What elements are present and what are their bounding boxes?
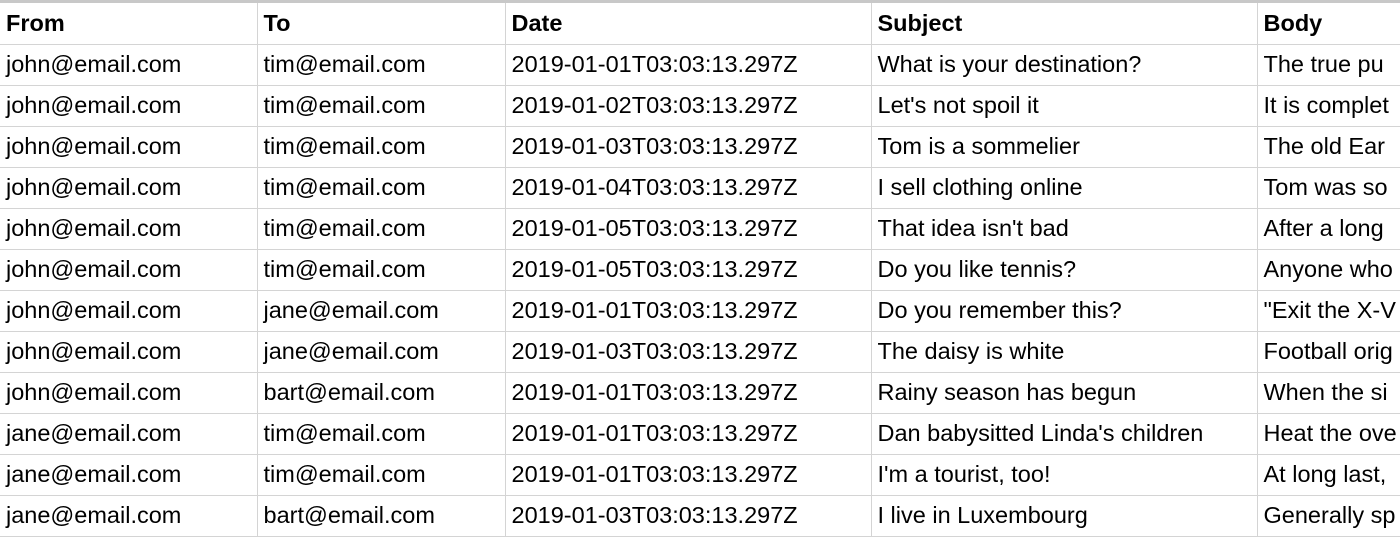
cell-from[interactable]: john@email.com xyxy=(0,85,258,127)
table-row: jane@email.com bart@email.com 2019-01-03… xyxy=(0,495,1400,537)
cell-subject[interactable]: I live in Luxembourg xyxy=(871,495,1258,537)
cell-body[interactable]: When the si xyxy=(1257,372,1400,414)
cell-subject[interactable]: Let's not spoil it xyxy=(871,85,1258,127)
cell-to[interactable]: bart@email.com xyxy=(257,495,506,537)
spreadsheet-view: From To Date Subject Body john@email.com… xyxy=(0,0,1400,550)
cell-from[interactable]: john@email.com xyxy=(0,331,258,373)
cell-to[interactable]: tim@email.com xyxy=(257,413,506,455)
cell-from[interactable]: john@email.com xyxy=(0,208,258,250)
cell-from[interactable]: john@email.com xyxy=(0,290,258,332)
cell-subject[interactable]: Do you like tennis? xyxy=(871,249,1258,291)
cell-to[interactable]: tim@email.com xyxy=(257,85,506,127)
cell-from[interactable]: john@email.com xyxy=(0,44,258,86)
cell-to[interactable]: jane@email.com xyxy=(257,331,506,373)
cell-date[interactable]: 2019-01-05T03:03:13.297Z xyxy=(505,208,872,250)
cell-to[interactable]: tim@email.com xyxy=(257,208,506,250)
table-row: john@email.com tim@email.com 2019-01-05T… xyxy=(0,208,1400,250)
cell-body[interactable]: The true pu xyxy=(1257,44,1400,86)
cell-subject[interactable]: What is your destination? xyxy=(871,44,1258,86)
cell-to[interactable]: bart@email.com xyxy=(257,372,506,414)
cell-body[interactable]: Generally sp xyxy=(1257,495,1400,537)
cell-body[interactable]: Heat the ove xyxy=(1257,413,1400,455)
cell-to[interactable]: tim@email.com xyxy=(257,249,506,291)
cell-from[interactable]: jane@email.com xyxy=(0,413,258,455)
cell-body[interactable]: At long last, xyxy=(1257,454,1400,496)
cell-subject[interactable]: That idea isn't bad xyxy=(871,208,1258,250)
cell-to[interactable]: tim@email.com xyxy=(257,454,506,496)
column-header-from[interactable]: From xyxy=(0,3,258,45)
cell-body[interactable]: "Exit the X-V xyxy=(1257,290,1400,332)
cell-from[interactable]: jane@email.com xyxy=(0,454,258,496)
cell-body[interactable]: After a long xyxy=(1257,208,1400,250)
table-row: john@email.com jane@email.com 2019-01-03… xyxy=(0,331,1400,373)
column-header-date[interactable]: Date xyxy=(505,3,872,45)
cell-body[interactable]: Anyone who xyxy=(1257,249,1400,291)
table-row: john@email.com tim@email.com 2019-01-01T… xyxy=(0,44,1400,86)
cell-date[interactable]: 2019-01-02T03:03:13.297Z xyxy=(505,85,872,127)
cell-to[interactable]: jane@email.com xyxy=(257,290,506,332)
table-row: john@email.com tim@email.com 2019-01-02T… xyxy=(0,85,1400,127)
table-row: john@email.com tim@email.com 2019-01-04T… xyxy=(0,167,1400,209)
cell-date[interactable]: 2019-01-05T03:03:13.297Z xyxy=(505,249,872,291)
cell-to[interactable]: tim@email.com xyxy=(257,126,506,168)
cell-body[interactable]: The old Ear xyxy=(1257,126,1400,168)
cell-subject[interactable]: I sell clothing online xyxy=(871,167,1258,209)
table-row: john@email.com bart@email.com 2019-01-01… xyxy=(0,372,1400,414)
cell-subject[interactable]: I'm a tourist, too! xyxy=(871,454,1258,496)
cell-body[interactable]: Football orig xyxy=(1257,331,1400,373)
cell-from[interactable]: john@email.com xyxy=(0,167,258,209)
cell-body[interactable]: Tom was so xyxy=(1257,167,1400,209)
header-row: From To Date Subject Body xyxy=(0,3,1400,45)
table-row: jane@email.com tim@email.com 2019-01-01T… xyxy=(0,454,1400,496)
cell-date[interactable]: 2019-01-01T03:03:13.297Z xyxy=(505,290,872,332)
cell-subject[interactable]: Tom is a sommelier xyxy=(871,126,1258,168)
table-row: john@email.com tim@email.com 2019-01-05T… xyxy=(0,249,1400,291)
cell-to[interactable]: tim@email.com xyxy=(257,44,506,86)
column-header-body[interactable]: Body xyxy=(1257,3,1400,45)
email-table: From To Date Subject Body john@email.com… xyxy=(0,3,1400,537)
cell-date[interactable]: 2019-01-01T03:03:13.297Z xyxy=(505,454,872,496)
cell-date[interactable]: 2019-01-03T03:03:13.297Z xyxy=(505,126,872,168)
cell-to[interactable]: tim@email.com xyxy=(257,167,506,209)
table-row: john@email.com jane@email.com 2019-01-01… xyxy=(0,290,1400,332)
cell-from[interactable]: john@email.com xyxy=(0,126,258,168)
cell-date[interactable]: 2019-01-01T03:03:13.297Z xyxy=(505,372,872,414)
cell-subject[interactable]: Do you remember this? xyxy=(871,290,1258,332)
cell-date[interactable]: 2019-01-04T03:03:13.297Z xyxy=(505,167,872,209)
column-header-to[interactable]: To xyxy=(257,3,506,45)
cell-subject[interactable]: Rainy season has begun xyxy=(871,372,1258,414)
table-row: jane@email.com tim@email.com 2019-01-01T… xyxy=(0,413,1400,455)
table-row: john@email.com tim@email.com 2019-01-03T… xyxy=(0,126,1400,168)
column-header-subject[interactable]: Subject xyxy=(871,3,1258,45)
cell-date[interactable]: 2019-01-01T03:03:13.297Z xyxy=(505,44,872,86)
cell-body[interactable]: It is complet xyxy=(1257,85,1400,127)
cell-subject[interactable]: The daisy is white xyxy=(871,331,1258,373)
cell-from[interactable]: jane@email.com xyxy=(0,495,258,537)
cell-from[interactable]: john@email.com xyxy=(0,249,258,291)
cell-date[interactable]: 2019-01-03T03:03:13.297Z xyxy=(505,331,872,373)
cell-date[interactable]: 2019-01-03T03:03:13.297Z xyxy=(505,495,872,537)
cell-subject[interactable]: Dan babysitted Linda's children xyxy=(871,413,1258,455)
cell-date[interactable]: 2019-01-01T03:03:13.297Z xyxy=(505,413,872,455)
cell-from[interactable]: john@email.com xyxy=(0,372,258,414)
